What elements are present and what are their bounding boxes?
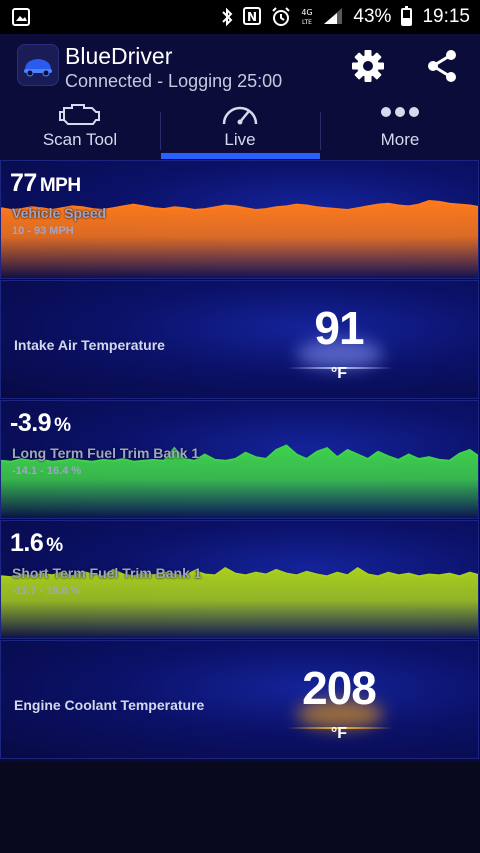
svg-text:N: N [247,10,257,24]
share-icon[interactable] [424,48,460,84]
connection-status: Connected - Logging 25:00 [65,71,283,91]
bluetooth-icon [221,7,233,27]
gauge-name: Intake Air Temperature [14,337,165,353]
tab-live[interactable]: Live [160,98,320,160]
more-dots-icon [320,98,480,128]
speedometer-icon [160,98,320,128]
tab-label: More [380,130,420,149]
empty-area [0,762,480,853]
gauge-value: 208 [302,662,377,714]
tab-label: Scan Tool [42,130,118,149]
bluedriver-logo [17,44,59,86]
gauge-unit: °F [330,365,348,382]
app-bar: BlueDriver Connected - Logging 25:00 Sca… [0,34,480,160]
gauge-range: -11.7 - 18.8 % [12,585,81,597]
gauge-value: 1.6% [10,529,63,557]
gauge-name: Short Term Fuel Trim Bank 1 [12,565,202,581]
battery-percent: 43% [353,6,392,27]
app-title: BlueDriver [65,43,173,69]
gauge-engine-coolant-temperature[interactable]: Engine Coolant Temperature 208 °F [0,640,479,759]
svg-text:LTE: LTE [302,19,312,26]
gauge-value: -3.9% [10,409,71,437]
gauge-vehicle-speed[interactable]: 77 MPH Vehicle Speed 10 - 93 MPH [0,160,479,279]
gauge-name: Long Term Fuel Trim Bank 1 [12,445,200,461]
gauge-long-term-fuel-trim-bank-1[interactable]: -3.9% Long Term Fuel Trim Bank 1 -14.1 -… [0,400,479,519]
gauge-intake-air-temperature[interactable]: Intake Air Temperature 91 °F [0,280,479,399]
tab-scan-tool[interactable]: Scan Tool [0,98,160,160]
engine-icon [0,98,160,128]
settings-icon[interactable] [350,48,386,84]
gauge-range: 10 - 93 MPH [12,225,74,237]
gauge-range: -14.1 - 16.4 % [12,465,82,477]
gauge-name: Engine Coolant Temperature [14,697,205,713]
tab-label: Live [224,130,256,149]
gauge-unit: °F [330,725,348,742]
alarm-icon [271,7,291,27]
active-tab-indicator [161,153,320,159]
gauge-value: 91 [314,302,364,354]
gauge-name: Vehicle Speed [12,205,107,221]
gauge-value: 77 MPH [10,169,81,197]
tab-more[interactable]: More [320,98,480,160]
tab-bar: Scan Tool Live More [0,98,480,160]
battery-icon [401,6,413,26]
nfc-icon: N [243,7,262,27]
clock: 19:15 [422,6,470,27]
svg-text:4G: 4G [302,8,313,17]
image-icon [12,8,30,31]
status-bar: N 4G LTE 43% 19:15 [0,0,480,34]
gauge-short-term-fuel-trim-bank-1[interactable]: 1.6% Short Term Fuel Trim Bank 1 -11.7 -… [0,520,479,639]
4g-lte-icon: 4G LTE [301,7,313,27]
signal-icon [323,7,343,27]
